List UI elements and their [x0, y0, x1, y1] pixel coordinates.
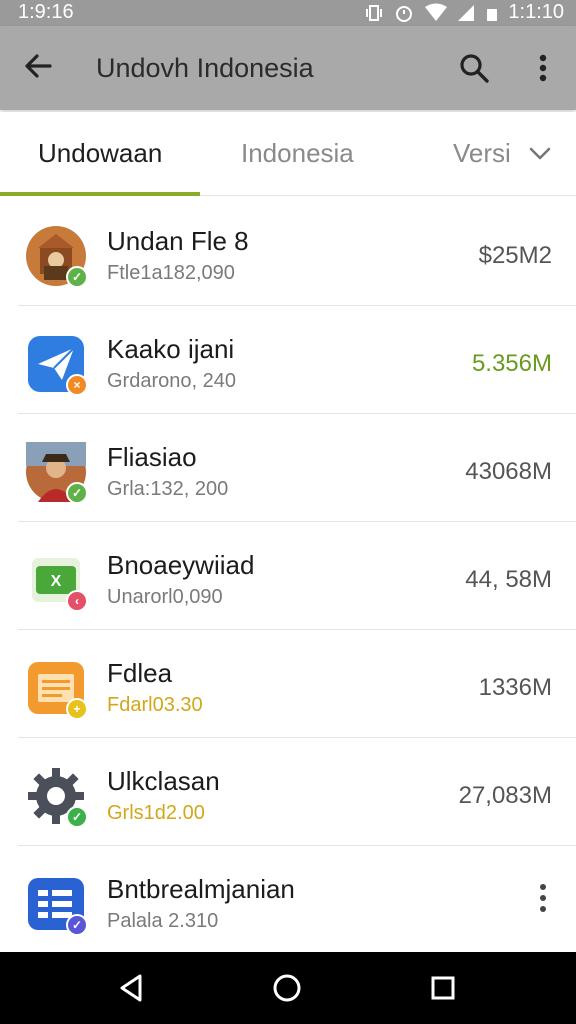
- gear-icon: ✓: [26, 766, 88, 828]
- alarm-icon: [396, 5, 413, 22]
- status-clock: 1:1:10: [508, 1, 564, 23]
- app-size: 44, 58M: [465, 566, 552, 593]
- app-name: Bnoaeywiiad: [107, 550, 255, 580]
- tab-undowaan[interactable]: Undowaan: [38, 138, 162, 169]
- app-size: 5.356M: [471, 350, 552, 377]
- list-item[interactable]: × Kaako ijani Grdarono, 240 5.356M: [0, 306, 576, 414]
- app-icon-paper-plane: ×: [26, 334, 88, 396]
- app-icon-temple: ✓: [26, 226, 88, 288]
- tab-bar: Undowaan Indonesia Versi: [0, 112, 576, 196]
- tab-versi[interactable]: Versi: [453, 138, 551, 169]
- list-item[interactable]: + Fdlea Fdarl03.30 1336M: [0, 630, 576, 738]
- wifi-icon: [425, 3, 448, 21]
- app-size: 27,083M: [458, 782, 552, 809]
- app-details: Grdarono, 240: [107, 370, 236, 392]
- app-size: $25M2: [478, 242, 552, 269]
- search-icon[interactable]: [456, 50, 492, 86]
- status-icons: 1:1:10: [364, 1, 564, 24]
- app-name: Fdlea: [107, 658, 173, 688]
- overflow-menu-icon[interactable]: [536, 882, 550, 914]
- app-name: Fliasiao: [107, 442, 197, 472]
- nav-recents-icon[interactable]: [425, 970, 461, 1006]
- tab-indonesia[interactable]: Indonesia: [241, 138, 354, 169]
- back-arrow-icon[interactable]: [20, 48, 56, 84]
- status-bar: 1:9:16 1:1:10: [0, 0, 576, 26]
- update-badge: +: [66, 698, 88, 720]
- signal-icon: [458, 4, 475, 21]
- more-vert-icon[interactable]: [528, 50, 558, 86]
- battery-icon: [487, 8, 498, 21]
- app-size: 43068M: [465, 458, 552, 485]
- system-nav-bar: [0, 952, 576, 1024]
- nav-home-icon[interactable]: [269, 970, 305, 1006]
- list-item[interactable]: ✓ Bntbrealmjanian Palala 2.310: [0, 846, 576, 954]
- update-badge: ×: [66, 374, 88, 396]
- app-details: Grls1d2.00: [107, 802, 205, 824]
- app-details: Fdarl03.30: [107, 694, 203, 716]
- app-name: Undan Fle 8: [107, 226, 249, 256]
- update-badge: ✓: [66, 806, 88, 828]
- list-item[interactable]: X ‹ Bnoaeywiiad Unarorl0,090 44, 58M: [0, 522, 576, 630]
- app-name: Ulkclasan: [107, 766, 220, 796]
- update-badge: ✓: [66, 914, 88, 936]
- app-details: Grla:132, 200: [107, 478, 229, 500]
- list-item[interactable]: ✓ Ulkclasan Grls1d2.00 27,083M: [0, 738, 576, 846]
- update-badge: ✓: [66, 266, 88, 288]
- list-item[interactable]: ✓ Fliasiao Grla:132, 200 43068M: [0, 414, 576, 522]
- svg-text:X: X: [51, 573, 62, 590]
- app-list: ✓ Undan Fle 8 Ftle1a182,090 $25M2 × Kaak…: [0, 198, 576, 954]
- chevron-down-icon: [529, 147, 551, 159]
- app-icon-list: ✓: [26, 874, 88, 936]
- app-details: Ftle1a182,090: [107, 262, 235, 284]
- status-time: 1:9:16: [18, 1, 74, 23]
- tab-versi-label: Versi: [453, 138, 511, 168]
- app-icon-ticket: X ‹: [26, 550, 88, 612]
- tab-indicator: [0, 192, 200, 196]
- app-name: Bntbrealmjanian: [107, 874, 295, 904]
- app-icon-document: +: [26, 658, 88, 720]
- app-bar: Undovh Indonesia: [0, 26, 576, 110]
- update-badge: ‹: [66, 590, 88, 612]
- page-title: Undovh Indonesia: [96, 53, 314, 83]
- app-name: Kaako ijani: [107, 334, 235, 364]
- update-badge: ✓: [66, 482, 88, 504]
- nav-back-icon[interactable]: [114, 970, 150, 1006]
- vibrate-icon: [366, 4, 383, 21]
- app-details: Unarorl0,090: [107, 586, 223, 608]
- list-item[interactable]: ✓ Undan Fle 8 Ftle1a182,090 $25M2: [0, 198, 576, 306]
- app-size: 1336M: [478, 674, 552, 701]
- app-details: Palala 2.310: [107, 910, 219, 932]
- app-icon-person: ✓: [26, 442, 88, 504]
